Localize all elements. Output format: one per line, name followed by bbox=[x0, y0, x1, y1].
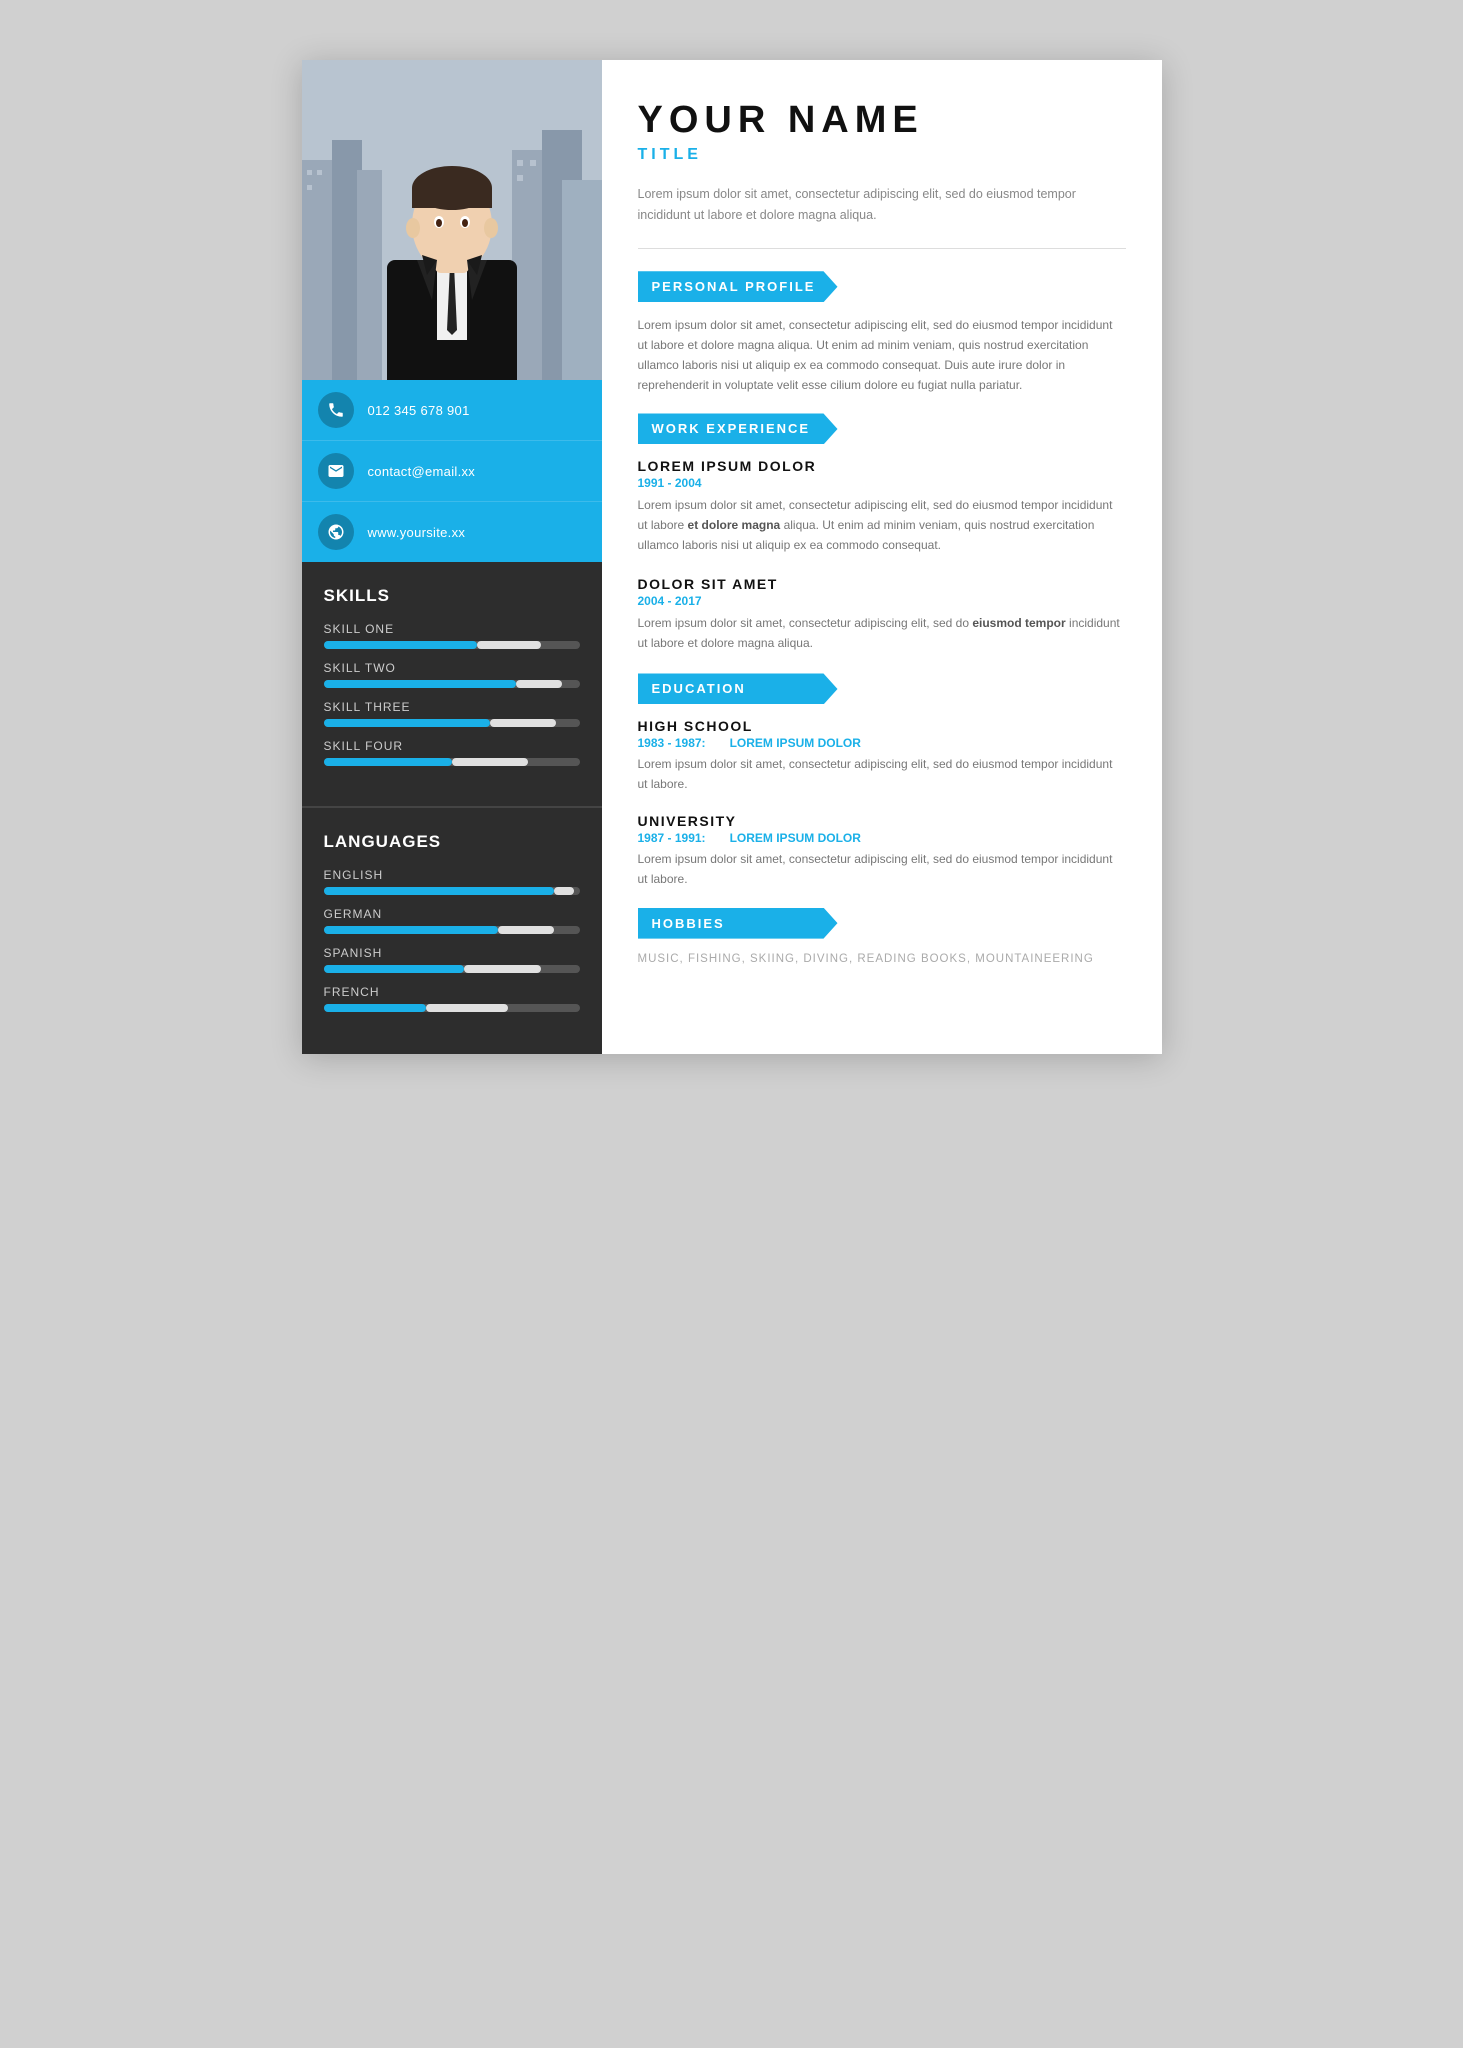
edu-place-2: LOREM IPSUM DOLOR bbox=[730, 831, 861, 845]
work-entry-2: DOLOR SIT AMET 2004 - 2017 Lorem ipsum d… bbox=[638, 576, 1126, 654]
website-contact: www.yoursite.xx bbox=[302, 502, 602, 562]
lang-item-english: ENGLISH bbox=[324, 868, 580, 895]
photo-area bbox=[302, 60, 602, 380]
contact-section: 012 345 678 901 contact@email.xx www.you… bbox=[302, 380, 602, 562]
resume-title: TITLE bbox=[638, 146, 1126, 164]
lang-bar-english bbox=[324, 887, 580, 895]
education-header: EDUCATION bbox=[638, 673, 1126, 704]
edu-title-2: UNIVERSITY bbox=[638, 813, 1126, 829]
lang-white-french bbox=[426, 1004, 508, 1012]
lang-white-german bbox=[498, 926, 554, 934]
work-title-1: LOREM IPSUM DOLOR bbox=[638, 458, 1126, 474]
work-entry-1: LOREM IPSUM DOLOR 1991 - 2004 Lorem ipsu… bbox=[638, 458, 1126, 555]
languages-section: LANGUAGES ENGLISH GERMAN SPANISH bbox=[302, 806, 602, 1054]
lang-fill-spanish bbox=[324, 965, 465, 973]
edu-title-1: HIGH SCHOOL bbox=[638, 718, 1126, 734]
intro-text: Lorem ipsum dolor sit amet, consectetur … bbox=[638, 184, 1126, 250]
phone-icon bbox=[327, 401, 345, 419]
skill-item-1: SKILL ONE bbox=[324, 622, 580, 649]
phone-contact: 012 345 678 901 bbox=[302, 380, 602, 441]
skill-fill-3 bbox=[324, 719, 490, 727]
lang-label-french: FRENCH bbox=[324, 985, 580, 999]
edu-years-row-2: 1987 - 1991: LOREM IPSUM DOLOR bbox=[638, 831, 1126, 845]
work-experience-banner: WORK EXPERIENCE bbox=[638, 413, 838, 444]
lang-bar-german bbox=[324, 926, 580, 934]
lang-white-english bbox=[554, 887, 574, 895]
skill-label-3: SKILL THREE bbox=[324, 700, 580, 714]
skill-label-1: SKILL ONE bbox=[324, 622, 580, 636]
work-desc-1: Lorem ipsum dolor sit amet, consectetur … bbox=[638, 496, 1126, 555]
skill-white-2 bbox=[516, 680, 562, 688]
lang-label-spanish: SPANISH bbox=[324, 946, 580, 960]
skill-fill-2 bbox=[324, 680, 516, 688]
hobbies-banner: HOBBIES bbox=[638, 908, 838, 939]
lang-item-german: GERMAN bbox=[324, 907, 580, 934]
work-desc-2: Lorem ipsum dolor sit amet, consectetur … bbox=[638, 614, 1126, 654]
education-banner: EDUCATION bbox=[638, 673, 838, 704]
website-text: www.yoursite.xx bbox=[368, 525, 466, 540]
lang-item-spanish: SPANISH bbox=[324, 946, 580, 973]
name-block: YOUR NAME TITLE bbox=[638, 100, 1126, 164]
email-contact: contact@email.xx bbox=[302, 441, 602, 502]
edu-entry-2: UNIVERSITY 1987 - 1991: LOREM IPSUM DOLO… bbox=[638, 813, 1126, 890]
personal-profile-header: PERSONAL PROFILE bbox=[638, 271, 1126, 302]
skill-item-2: SKILL TWO bbox=[324, 661, 580, 688]
lang-white-spanish bbox=[464, 965, 541, 973]
skills-heading: SKILLS bbox=[324, 586, 580, 606]
left-column: 012 345 678 901 contact@email.xx www.you… bbox=[302, 60, 602, 1054]
edu-years-1: 1983 - 1987: bbox=[638, 736, 706, 750]
lang-item-french: FRENCH bbox=[324, 985, 580, 1012]
skill-white-1 bbox=[477, 641, 541, 649]
skill-item-4: SKILL FOUR bbox=[324, 739, 580, 766]
lang-fill-german bbox=[324, 926, 498, 934]
skill-item-3: SKILL THREE bbox=[324, 700, 580, 727]
work-title-2: DOLOR SIT AMET bbox=[638, 576, 1126, 592]
lang-bar-french bbox=[324, 1004, 580, 1012]
languages-heading: LANGUAGES bbox=[324, 832, 580, 852]
lang-fill-french bbox=[324, 1004, 426, 1012]
lang-label-german: GERMAN bbox=[324, 907, 580, 921]
hobbies-header: HOBBIES bbox=[638, 908, 1126, 939]
skill-bar-4 bbox=[324, 758, 580, 766]
skills-section: SKILLS SKILL ONE SKILL TWO SKILL THREE bbox=[302, 562, 602, 806]
skill-white-3 bbox=[490, 719, 557, 727]
edu-desc-2: Lorem ipsum dolor sit amet, consectetur … bbox=[638, 850, 1126, 890]
right-column: YOUR NAME TITLE Lorem ipsum dolor sit am… bbox=[602, 60, 1162, 1054]
globe-icon-wrap bbox=[318, 514, 354, 550]
personal-profile-text: Lorem ipsum dolor sit amet, consectetur … bbox=[638, 316, 1126, 395]
lang-bar-spanish bbox=[324, 965, 580, 973]
phone-text: 012 345 678 901 bbox=[368, 403, 470, 418]
email-icon bbox=[327, 462, 345, 480]
edu-place-1: LOREM IPSUM DOLOR bbox=[730, 736, 861, 750]
work-experience-header: WORK EXPERIENCE bbox=[638, 413, 1126, 444]
edu-years-2: 1987 - 1991: bbox=[638, 831, 706, 845]
skill-fill-4 bbox=[324, 758, 452, 766]
globe-icon bbox=[327, 523, 345, 541]
hobbies-list: MUSIC, FISHING, SKIING, DIVING, READING … bbox=[638, 953, 1126, 965]
phone-icon-wrap bbox=[318, 392, 354, 428]
lang-label-english: ENGLISH bbox=[324, 868, 580, 882]
resume-wrapper: 012 345 678 901 contact@email.xx www.you… bbox=[302, 60, 1162, 1054]
skill-bar-3 bbox=[324, 719, 580, 727]
work-years-1: 1991 - 2004 bbox=[638, 476, 1126, 490]
skill-label-4: SKILL FOUR bbox=[324, 739, 580, 753]
work-years-2: 2004 - 2017 bbox=[638, 594, 1126, 608]
resume-name: YOUR NAME bbox=[638, 100, 1126, 142]
skill-bar-1 bbox=[324, 641, 580, 649]
skill-white-4 bbox=[452, 758, 529, 766]
skill-fill-1 bbox=[324, 641, 478, 649]
edu-desc-1: Lorem ipsum dolor sit amet, consectetur … bbox=[638, 755, 1126, 795]
email-icon-wrap bbox=[318, 453, 354, 489]
edu-years-row-1: 1983 - 1987: LOREM IPSUM DOLOR bbox=[638, 736, 1126, 750]
personal-profile-banner: PERSONAL PROFILE bbox=[638, 271, 838, 302]
edu-entry-1: HIGH SCHOOL 1983 - 1987: LOREM IPSUM DOL… bbox=[638, 718, 1126, 795]
skill-label-2: SKILL TWO bbox=[324, 661, 580, 675]
email-text: contact@email.xx bbox=[368, 464, 476, 479]
lang-fill-english bbox=[324, 887, 554, 895]
skill-bar-2 bbox=[324, 680, 580, 688]
